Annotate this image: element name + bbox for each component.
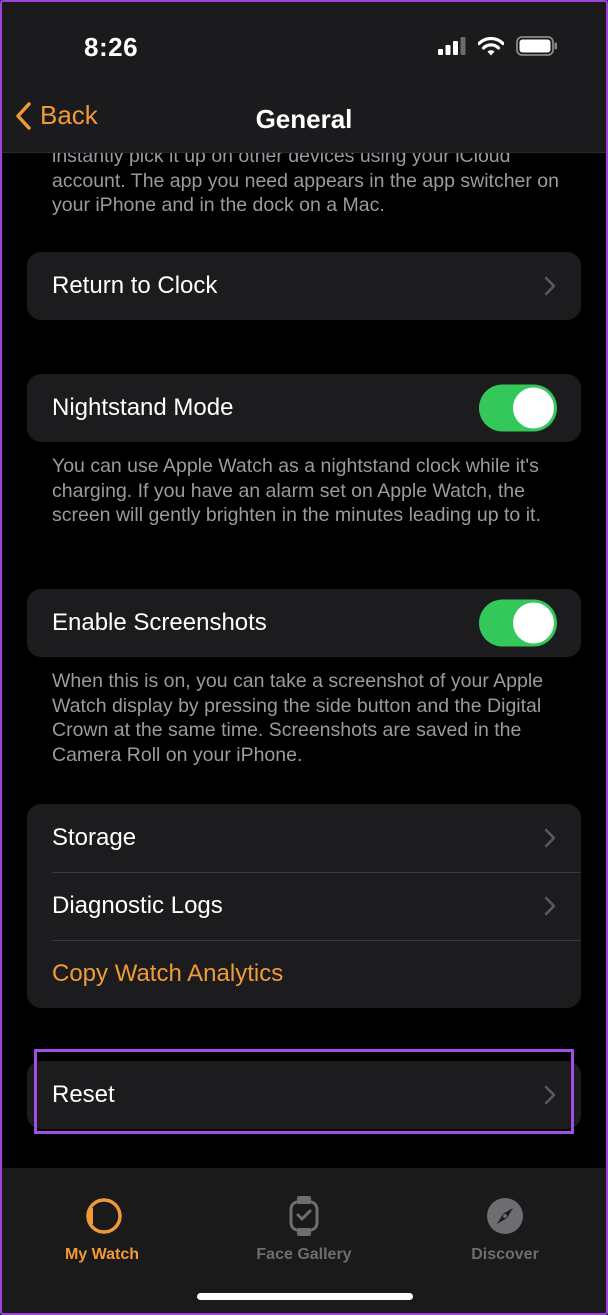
navigation-bar: Back General — [0, 90, 608, 153]
return-to-clock-group: Return to Clock — [27, 252, 581, 320]
reset-highlight-box — [34, 1049, 574, 1134]
battery-icon — [516, 36, 557, 56]
copy-watch-analytics-label: Copy Watch Analytics — [52, 960, 284, 987]
toggle-knob — [513, 387, 554, 429]
chevron-right-icon — [544, 828, 556, 848]
watch-icon — [86, 1198, 122, 1234]
return-to-clock-label: Return to Clock — [52, 272, 218, 299]
compass-icon — [487, 1198, 523, 1234]
nightstand-mode-toggle[interactable] — [479, 384, 557, 432]
tab-face-gallery[interactable]: Face Gallery — [224, 1194, 384, 1264]
enable-screenshots-toggle[interactable] — [479, 599, 557, 647]
screenshots-footnote: When this is on, you can take a screensh… — [52, 670, 544, 766]
tab-discover-label: Discover — [471, 1246, 539, 1263]
tab-my-watch[interactable]: My Watch — [22, 1194, 182, 1264]
storage-group: Storage Diagnostic Logs Copy Watch Analy… — [27, 804, 581, 1008]
page-title: General — [255, 104, 353, 134]
enable-screenshots-row: Enable Screenshots — [27, 589, 581, 657]
return-to-clock-row[interactable]: Return to Clock — [27, 252, 581, 320]
nightstand-mode-row: Nightstand Mode — [27, 374, 581, 442]
enable-screenshots-label: Enable Screenshots — [52, 609, 267, 636]
handoff-footnote: instantly pick it up on other devices us… — [52, 145, 559, 216]
status-icons — [438, 36, 558, 56]
chevron-right-icon — [544, 896, 556, 916]
copy-watch-analytics-row[interactable]: Copy Watch Analytics — [27, 940, 581, 1008]
wifi-icon — [478, 36, 504, 55]
status-time: 8:26 — [84, 32, 139, 62]
screenshots-group: Enable Screenshots — [27, 589, 581, 657]
storage-label: Storage — [52, 824, 137, 851]
face-gallery-icon — [289, 1196, 319, 1236]
tab-face-gallery-label: Face Gallery — [256, 1246, 352, 1263]
nightstand-group: Nightstand Mode — [27, 374, 581, 442]
storage-row[interactable]: Storage — [27, 804, 581, 872]
tab-my-watch-label: My Watch — [64, 1246, 140, 1263]
nightstand-mode-label: Nightstand Mode — [52, 394, 234, 421]
nightstand-footnote: You can use Apple Watch as a nightstand … — [52, 455, 541, 526]
toggle-knob — [513, 602, 554, 644]
chevron-right-icon — [544, 276, 556, 296]
settings-list[interactable]: instantly pick it up on other devices us… — [0, 140, 608, 1190]
status-bar: 8:26 — [0, 0, 608, 90]
tab-discover[interactable]: Discover — [425, 1194, 585, 1264]
diagnostic-logs-row[interactable]: Diagnostic Logs — [27, 872, 581, 940]
cellular-signal-icon — [438, 37, 466, 55]
home-indicator — [197, 1293, 413, 1300]
diagnostic-logs-label: Diagnostic Logs — [52, 892, 223, 919]
